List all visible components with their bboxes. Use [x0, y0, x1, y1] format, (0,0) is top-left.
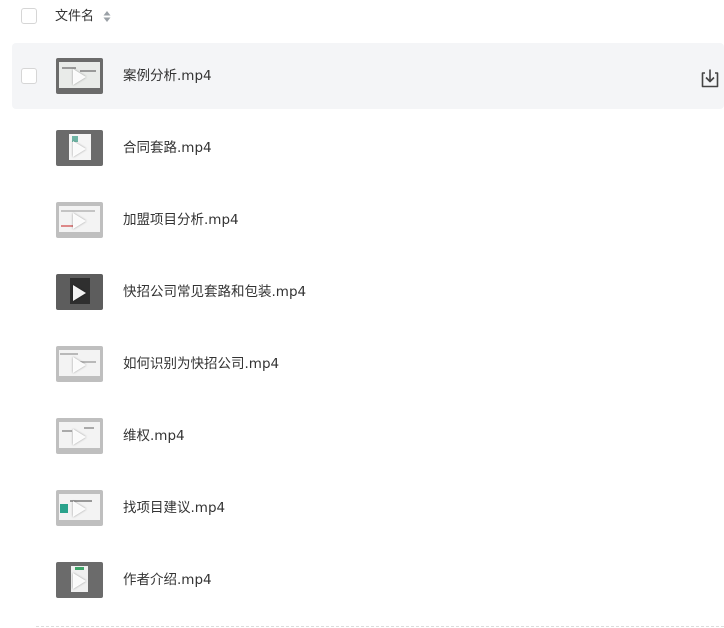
row-checkbox[interactable]: [21, 68, 37, 84]
video-thumbnail[interactable]: [56, 202, 103, 238]
file-name[interactable]: 快招公司常见套路和包装.mp4: [123, 283, 306, 301]
download-icon[interactable]: [699, 67, 721, 89]
video-thumbnail[interactable]: [56, 130, 103, 166]
select-all-checkbox[interactable]: [21, 8, 37, 24]
file-name[interactable]: 作者介绍.mp4: [123, 571, 212, 589]
file-name[interactable]: 案例分析.mp4: [123, 67, 212, 85]
list-item[interactable]: 加盟项目分析.mp4: [12, 187, 724, 253]
play-icon: [73, 501, 86, 517]
play-icon: [73, 285, 86, 301]
play-icon: [73, 429, 86, 445]
file-name[interactable]: 加盟项目分析.mp4: [123, 211, 239, 229]
video-thumbnail[interactable]: [56, 562, 103, 598]
video-thumbnail[interactable]: [56, 490, 103, 526]
list-item[interactable]: 案例分析.mp4: [12, 43, 724, 109]
play-icon: [73, 213, 86, 229]
file-name[interactable]: 找项目建议.mp4: [123, 499, 225, 517]
video-thumbnail[interactable]: [56, 58, 103, 94]
play-icon: [73, 357, 86, 373]
play-icon: [73, 69, 86, 85]
file-name[interactable]: 合同套路.mp4: [123, 139, 212, 157]
sort-icon[interactable]: [103, 10, 111, 23]
file-list-header: 文件名: [0, 0, 724, 34]
list-item[interactable]: 维权.mp4: [12, 403, 724, 469]
video-thumbnail[interactable]: [56, 274, 103, 310]
file-name[interactable]: 如何识别为快招公司.mp4: [123, 355, 279, 373]
play-icon: [73, 141, 86, 157]
video-thumbnail[interactable]: [56, 346, 103, 382]
list-divider: [36, 626, 724, 627]
list-item[interactable]: 如何识别为快招公司.mp4: [12, 331, 724, 397]
list-item[interactable]: 快招公司常见套路和包装.mp4: [12, 259, 724, 325]
list-item[interactable]: 找项目建议.mp4: [12, 475, 724, 541]
list-item[interactable]: 作者介绍.mp4: [12, 547, 724, 613]
play-icon: [73, 573, 86, 589]
list-item[interactable]: 合同套路.mp4: [12, 115, 724, 181]
file-name[interactable]: 维权.mp4: [123, 427, 185, 445]
column-header-filename[interactable]: 文件名: [55, 8, 94, 25]
video-thumbnail[interactable]: [56, 418, 103, 454]
